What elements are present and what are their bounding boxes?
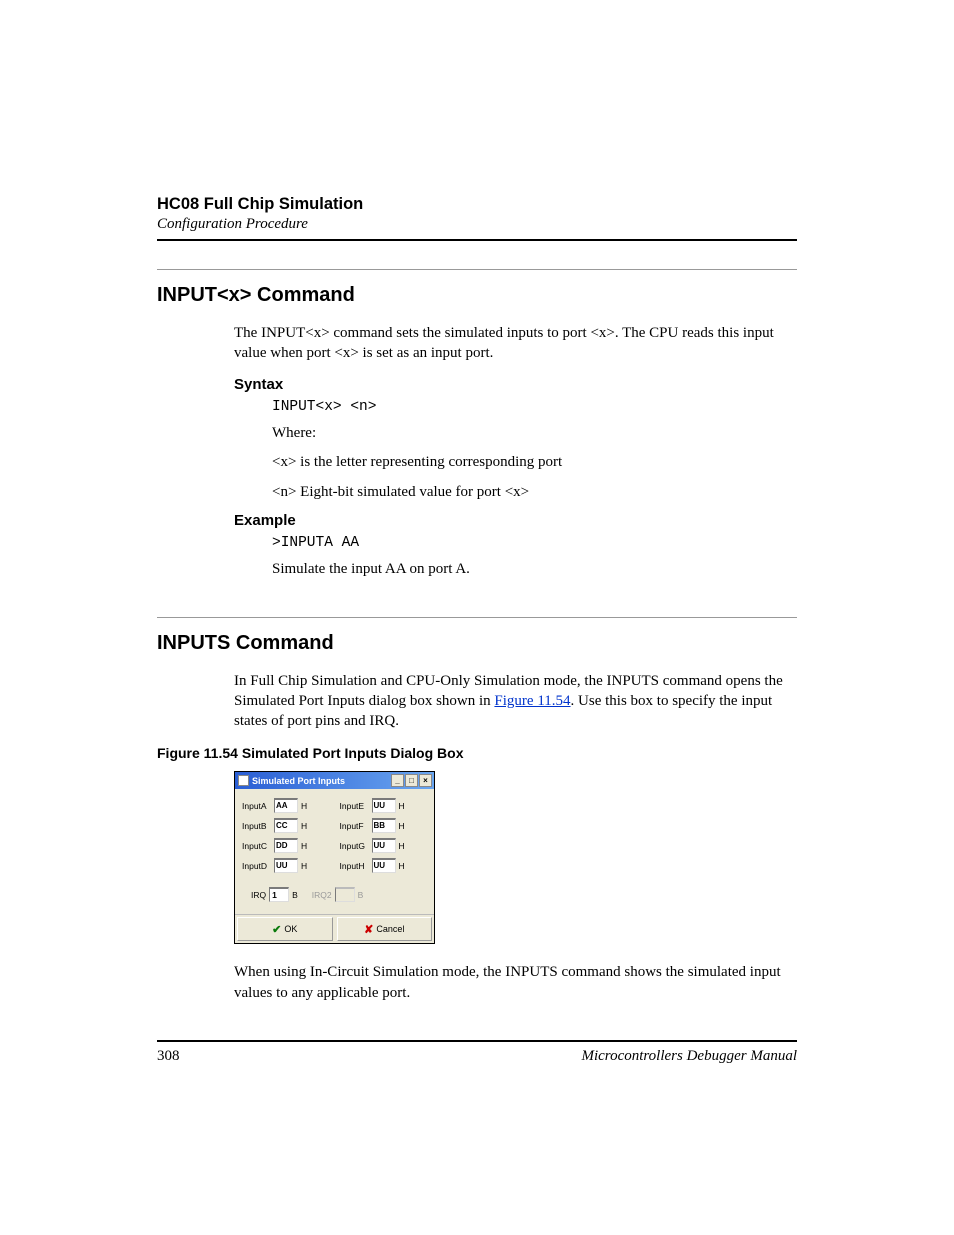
- inputf-field[interactable]: BB: [372, 818, 396, 833]
- page-header: HC08 Full Chip Simulation Configuration …: [157, 195, 797, 241]
- inputd-label: InputD: [242, 861, 271, 871]
- inputg-suffix: H: [399, 841, 405, 851]
- inputh-row: InputH UU H: [340, 858, 428, 873]
- dialog-title: Simulated Port Inputs: [252, 776, 345, 786]
- irq2-label: IRQ2: [312, 890, 332, 900]
- x-icon: ✘: [364, 923, 373, 936]
- inputc-suffix: H: [301, 841, 307, 851]
- inputb-field[interactable]: CC: [274, 818, 298, 833]
- inputg-field[interactable]: UU: [372, 838, 396, 853]
- inpute-suffix: H: [399, 801, 405, 811]
- inputh-field[interactable]: UU: [372, 858, 396, 873]
- syntax-code: INPUT<x> <n>: [272, 399, 797, 415]
- inputg-row: InputG UU H: [340, 838, 428, 853]
- inpute-row: InputE UU H: [340, 798, 428, 813]
- syntax-heading: Syntax: [234, 376, 797, 393]
- section-heading-inputx: INPUT<x> Command: [157, 284, 797, 307]
- inputc-row: InputC DD H: [242, 838, 330, 853]
- figure-link[interactable]: Figure 11.54: [494, 693, 570, 709]
- inputb-row: InputB CC H: [242, 818, 330, 833]
- inputx-intro: The INPUT<x> command sets the simulated …: [234, 323, 797, 364]
- inpute-field[interactable]: UU: [372, 798, 396, 813]
- page-footer: 308 Microcontrollers Debugger Manual: [157, 1032, 797, 1065]
- irq2-row: IRQ2 B: [312, 887, 364, 902]
- example-desc: Simulate the input AA on port A.: [272, 559, 797, 581]
- inputb-label: InputB: [242, 821, 271, 831]
- where-label: Where:: [272, 423, 797, 445]
- inputh-suffix: H: [399, 861, 405, 871]
- irq2-field: [335, 887, 355, 902]
- example-heading: Example: [234, 512, 797, 529]
- close-button[interactable]: ×: [419, 774, 432, 787]
- doc-title: HC08 Full Chip Simulation: [157, 195, 797, 214]
- inputd-field[interactable]: UU: [274, 858, 298, 873]
- inputa-label: InputA: [242, 801, 271, 811]
- section-heading-inputs: INPUTS Command: [157, 632, 797, 655]
- maximize-button[interactable]: □: [405, 774, 418, 787]
- inputc-label: InputC: [242, 841, 271, 851]
- irq-row: IRQ 1 B: [251, 887, 298, 902]
- inputf-suffix: H: [399, 821, 405, 831]
- example-code: >INPUTA AA: [272, 535, 797, 551]
- inputh-label: InputH: [340, 861, 369, 871]
- inpute-label: InputE: [340, 801, 369, 811]
- check-icon: ✔: [272, 923, 281, 936]
- irq2-suffix: B: [358, 890, 364, 900]
- section-rule: [157, 269, 797, 270]
- minimize-button[interactable]: _: [391, 774, 404, 787]
- ok-button[interactable]: ✔ OK: [237, 917, 333, 941]
- inputd-row: InputD UU H: [242, 858, 330, 873]
- irq-field[interactable]: 1: [269, 887, 289, 902]
- inputd-suffix: H: [301, 861, 307, 871]
- manual-name: Microcontrollers Debugger Manual: [581, 1048, 797, 1065]
- window-icon: [238, 775, 249, 786]
- irq-label: IRQ: [251, 890, 266, 900]
- inputs-intro: In Full Chip Simulation and CPU-Only Sim…: [234, 671, 797, 732]
- where-n: <n> Eight-bit simulated value for port <…: [272, 482, 797, 504]
- cancel-button[interactable]: ✘ Cancel: [337, 917, 433, 941]
- header-rule: [157, 239, 797, 241]
- ok-label: OK: [284, 924, 297, 934]
- inputf-label: InputF: [340, 821, 369, 831]
- page-number: 308: [157, 1048, 180, 1065]
- inputa-row: InputA AA H: [242, 798, 330, 813]
- inputa-field[interactable]: AA: [274, 798, 298, 813]
- inputa-suffix: H: [301, 801, 307, 811]
- inputs-post-text: When using In-Circuit Simulation mode, t…: [234, 962, 797, 1003]
- section-rule: [157, 617, 797, 618]
- dialog-titlebar: Simulated Port Inputs _ □ ×: [235, 772, 434, 789]
- footer-rule: [157, 1040, 797, 1042]
- doc-subtitle: Configuration Procedure: [157, 216, 797, 233]
- inputf-row: InputF BB H: [340, 818, 428, 833]
- inputb-suffix: H: [301, 821, 307, 831]
- irq-suffix: B: [292, 890, 298, 900]
- cancel-label: Cancel: [376, 924, 404, 934]
- simulated-port-inputs-dialog: Simulated Port Inputs _ □ × InputA AA H: [234, 771, 435, 944]
- inputc-field[interactable]: DD: [274, 838, 298, 853]
- figure-caption: Figure 11.54 Simulated Port Inputs Dialo…: [157, 745, 797, 761]
- inputg-label: InputG: [340, 841, 369, 851]
- where-x: <x> is the letter representing correspon…: [272, 452, 797, 474]
